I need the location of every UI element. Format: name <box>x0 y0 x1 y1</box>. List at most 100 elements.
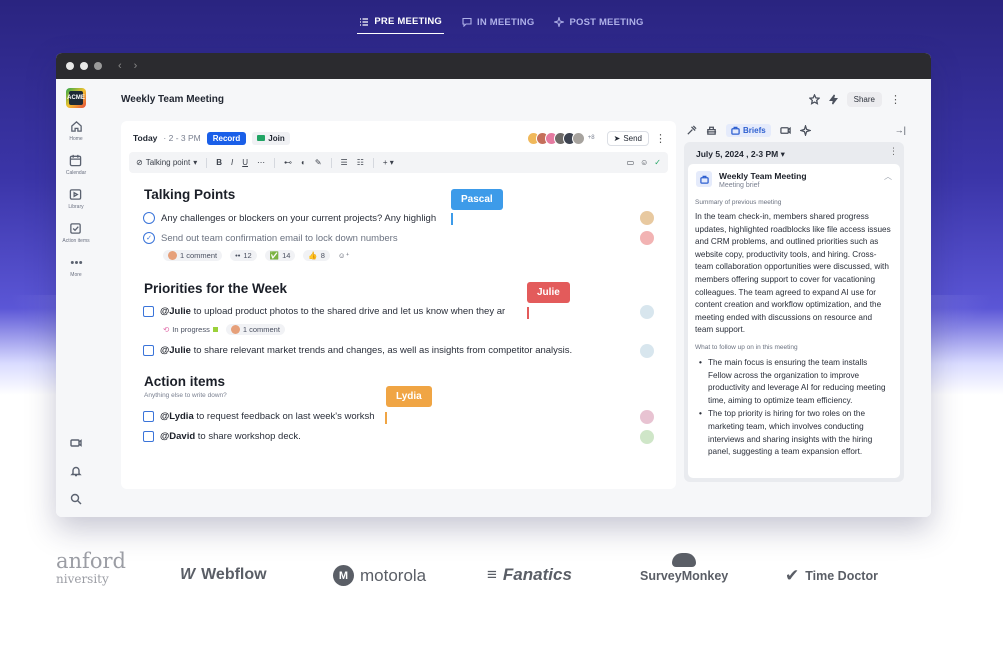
back-icon[interactable]: ‹ <box>118 60 122 72</box>
action-checkbox[interactable] <box>143 345 154 356</box>
collapse-panel-icon[interactable]: →| <box>895 125 906 135</box>
reaction-eyes[interactable]: •• 12 <box>230 250 257 261</box>
chat-bubbles-icon[interactable] <box>779 125 791 136</box>
forward-icon[interactable]: › <box>134 60 138 72</box>
status-badge[interactable]: ⟲ In progress <box>163 325 218 334</box>
emoji-icon[interactable]: ☺ <box>640 158 648 167</box>
brief-date-text: July 5, 2024 , 2-3 PM <box>696 149 779 159</box>
mention[interactable]: @Julie <box>160 345 191 356</box>
list-item[interactable]: @Julie to upload product photos to the s… <box>143 306 505 317</box>
avatar <box>640 410 654 424</box>
timedoctor-check-icon: ✔ <box>785 566 800 585</box>
insert-button[interactable]: + ▾ <box>383 158 394 167</box>
more-format-icon[interactable]: ⋯ <box>257 158 265 167</box>
cursor-tag-julie: Julie <box>527 282 570 303</box>
underline-button[interactable]: U <box>242 158 248 167</box>
list-item[interactable]: Any challenges or blockers on your curre… <box>143 212 436 224</box>
italic-button[interactable]: I <box>231 158 233 167</box>
comment-chip[interactable]: 1 comment <box>225 324 285 335</box>
tab-pre-meeting[interactable]: PRE MEETING <box>357 14 445 34</box>
workspace-logo[interactable]: ACME <box>66 88 86 108</box>
status-dot <box>212 327 218 332</box>
star-icon[interactable] <box>808 93 820 105</box>
meeting-notes: Today · 2 - 3 PM Record Join +8 ➤Send ⋮ <box>121 121 676 489</box>
block-style-select[interactable]: ⊘ Talking point ▾ <box>136 158 197 167</box>
action-checkbox[interactable] <box>143 431 154 442</box>
item-text: @Lydia to request feedback on last week'… <box>160 411 375 422</box>
logo-stanford-wordmark: anford niversity <box>56 551 126 586</box>
checkbox-icon <box>70 223 82 234</box>
join-label: Join <box>268 133 285 143</box>
reaction-check[interactable]: ✅ 14 <box>264 250 296 261</box>
lightning-icon[interactable] <box>828 94 839 105</box>
bullet-list-icon[interactable]: ☰ <box>341 158 348 167</box>
numbered-list-icon[interactable]: ☷ <box>357 158 364 167</box>
comment-chip[interactable]: 1 comment <box>163 250 223 261</box>
tab-briefs[interactable]: Briefs <box>726 123 771 137</box>
window-minimize-dot[interactable] <box>80 62 88 70</box>
list-item[interactable]: ✓ Send out team confirmation email to lo… <box>143 232 398 244</box>
followup-label: What to follow up on in this meeting <box>695 344 798 351</box>
sidebar-item-calendar[interactable]: Calendar <box>66 154 86 176</box>
tab-post-meeting[interactable]: POST MEETING <box>552 14 645 34</box>
action-checkbox[interactable] <box>143 306 154 317</box>
attendee-avatars[interactable]: +8 <box>526 131 595 145</box>
action-checkbox[interactable] <box>143 411 154 422</box>
bell-icon[interactable] <box>70 465 82 477</box>
brief-more-icon[interactable]: ⋮ <box>889 146 898 157</box>
search-icon[interactable] <box>70 493 82 505</box>
item-text: @Julie to share relevant market trends a… <box>160 345 572 356</box>
mention[interactable]: @Lydia <box>160 411 194 422</box>
more-options-icon[interactable]: ⋮ <box>890 93 901 106</box>
mention[interactable]: @Julie <box>160 306 191 317</box>
sidebar-item-action-items[interactable]: Action items <box>62 222 90 244</box>
list-item: The top priority is hiring for two roles… <box>695 408 892 458</box>
logo-text: Fanatics <box>502 565 572 584</box>
record-button[interactable]: Record <box>206 131 247 145</box>
send-button[interactable]: ➤ Send <box>606 130 649 146</box>
sidebar-item-more[interactable]: More <box>70 256 83 278</box>
link-icon[interactable]: ⊷ <box>284 158 292 167</box>
list-item[interactable]: @Lydia to request feedback on last week'… <box>143 411 375 422</box>
item-body: to share relevant market trends and chan… <box>193 345 573 356</box>
check-emoji-icon: ✅ <box>269 251 280 260</box>
brief-date-select[interactable]: July 5, 2024 , 2-3 PM ▾ <box>696 149 785 160</box>
ai-sparkle-icon[interactable] <box>799 124 811 136</box>
meeting-time-text: 2 - 3 PM <box>168 133 201 143</box>
sidebar-item-label: Home <box>69 136 83 142</box>
reaction-thumbs[interactable]: 👍 8 <box>303 250 330 261</box>
doc-more-icon[interactable]: ⋮ <box>655 132 666 145</box>
add-reaction-icon[interactable]: ☺⁺ <box>338 251 350 260</box>
palette-icon[interactable]: ◐ <box>301 158 306 167</box>
video-icon <box>257 135 266 141</box>
join-button[interactable]: Join <box>252 131 290 145</box>
agenda-icon[interactable] <box>706 125 717 136</box>
briefcase-icon <box>731 126 740 135</box>
item-text: Any challenges or blockers on your curre… <box>161 212 437 224</box>
reaction-count: 8 <box>320 251 325 260</box>
cursor-caret-lydia <box>385 412 387 424</box>
highlighter-icon[interactable]: ✎ <box>315 158 322 167</box>
window-maximize-dot[interactable] <box>94 62 102 70</box>
caret-down-icon: ▾ <box>193 158 198 167</box>
progress-icon: ⟲ <box>163 325 170 334</box>
tab-in-meeting[interactable]: IN MEETING <box>460 14 536 34</box>
item-body: to share workshop deck. <box>197 431 301 442</box>
app-window: ‹ › ACME Home Calendar Library Action it… <box>56 53 931 517</box>
feedback-icon[interactable] <box>70 437 82 449</box>
sidebar-item-library[interactable]: Library <box>68 188 84 210</box>
logo-text: Time Doctor <box>805 569 878 583</box>
talking-point-circle[interactable] <box>143 212 155 224</box>
list-item[interactable]: @David to share workshop deck. <box>143 431 301 442</box>
mention[interactable]: @David <box>160 431 195 442</box>
bold-button[interactable]: B <box>216 158 222 167</box>
list-item[interactable]: @Julie to share relevant market trends a… <box>143 345 572 356</box>
sidebar-item-home[interactable]: Home <box>69 120 83 142</box>
talking-point-done-circle[interactable]: ✓ <box>143 232 155 244</box>
tab-label: Briefs <box>743 125 766 135</box>
comment-icon[interactable]: ▭ <box>627 158 635 167</box>
chevron-up-icon[interactable]: ︿ <box>884 171 892 189</box>
share-button[interactable]: Share <box>846 91 882 107</box>
window-close-dot[interactable] <box>66 62 74 70</box>
tools-icon[interactable] <box>686 124 697 136</box>
